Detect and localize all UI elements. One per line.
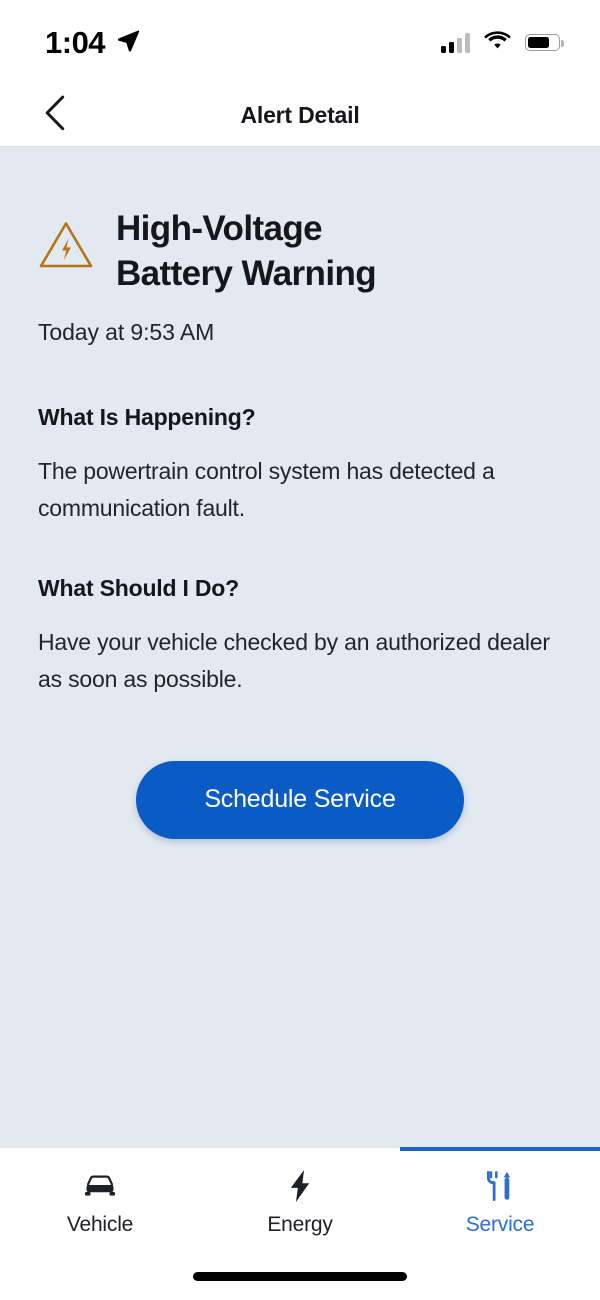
section-heading: What Should I Do? (38, 575, 240, 602)
tab-label: Vehicle (66, 1212, 134, 1236)
tab-label: Service (465, 1212, 535, 1236)
section-what-is-happening: What Is Happening? The powertrain contro… (38, 404, 562, 528)
battery-icon (525, 34, 564, 51)
tab-label: Energy (267, 1212, 333, 1236)
bottom-tab-bar: Vehicle Energy Service (0, 1147, 600, 1252)
car-icon (83, 1170, 117, 1202)
alert-title: High-Voltage Battery Warning (116, 209, 377, 293)
section-heading: What Is Happening? (38, 403, 256, 430)
wrench-screwdriver-icon (484, 1170, 516, 1202)
cta-container: Schedule Service (38, 760, 562, 839)
chevron-left-icon (43, 95, 67, 136)
status-bar-right (441, 30, 564, 55)
alert-detail-content: High-Voltage Battery Warning Today at 9:… (0, 147, 600, 1147)
schedule-service-button[interactable]: Schedule Service (136, 760, 464, 839)
lightning-bolt-icon (287, 1169, 313, 1202)
status-bar-left: 1:04 (45, 27, 141, 58)
tab-energy[interactable]: Energy (200, 1148, 400, 1252)
alert-header: High-Voltage Battery Warning (38, 207, 562, 297)
nav-bar: Alert Detail (0, 85, 600, 147)
section-what-should-i-do: What Should I Do? Have your vehicle chec… (38, 575, 562, 699)
cellular-signal-icon (441, 32, 470, 53)
home-indicator-bar[interactable] (193, 1271, 407, 1281)
location-arrow-icon (115, 27, 141, 58)
warning-triangle-high-voltage-icon (38, 219, 94, 276)
status-bar-clock: 1:04 (45, 25, 106, 60)
home-indicator-area (0, 1252, 600, 1300)
tab-service[interactable]: Service (400, 1147, 600, 1252)
page-title: Alert Detail (240, 102, 360, 128)
status-bar: 1:04 (0, 0, 600, 85)
tab-vehicle[interactable]: Vehicle (0, 1148, 200, 1252)
section-body: Have your vehicle checked by an authoriz… (38, 629, 550, 693)
wifi-icon (484, 30, 511, 55)
alert-timestamp: Today at 9:53 AM (38, 318, 215, 345)
phone-screen: 1:04 Alert Detail High-Voltage Battery W… (0, 0, 600, 1300)
back-button[interactable] (32, 93, 78, 139)
section-body: The powertrain control system has detect… (38, 457, 495, 521)
